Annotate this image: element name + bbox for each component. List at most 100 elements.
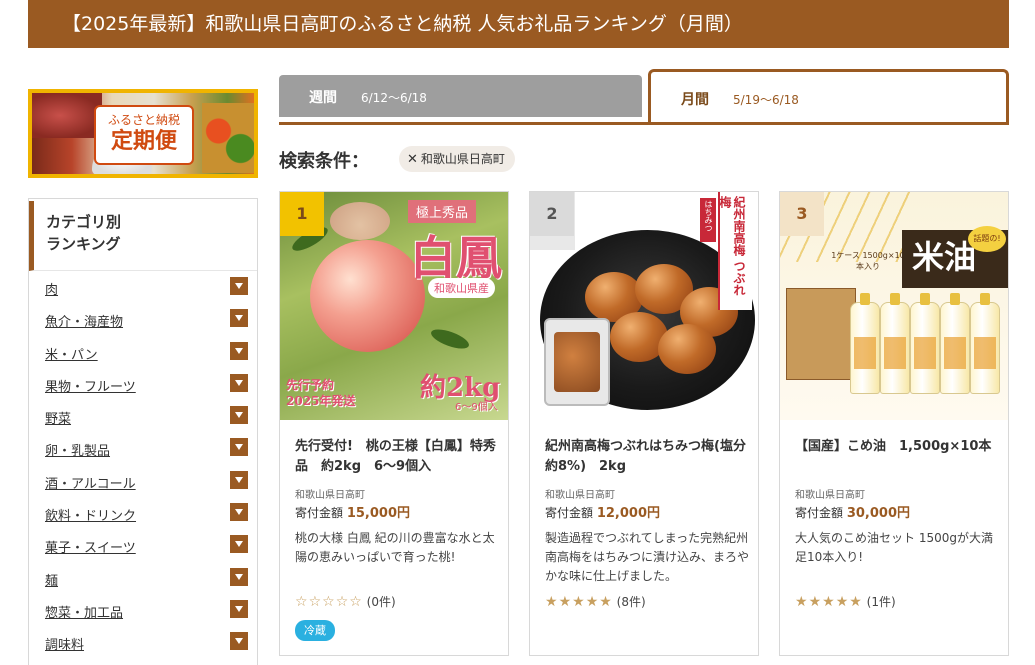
star-filled-icon: ★ — [572, 594, 585, 610]
star-filled-icon: ★ — [835, 594, 849, 610]
category-link[interactable]: 菓子・スイーツ — [45, 537, 136, 556]
tab-divider — [279, 122, 1009, 125]
product-price: 寄付金額 12,000円 — [545, 502, 660, 521]
chevron-down-icon[interactable] — [230, 341, 248, 360]
image-text: 紀州南高梅 つぶれ梅 — [718, 192, 752, 310]
category-list: 肉 魚介・海産物 米・パン 果物・フルーツ 野菜 卵・乳製品 酒・アルコール 飲… — [29, 271, 257, 659]
vegetable-image — [202, 103, 254, 173]
chevron-down-icon[interactable] — [230, 632, 248, 651]
star-filled-icon: ★ — [545, 594, 558, 610]
star-filled-icon: ★ — [808, 594, 822, 610]
product-description: 桃の大様 白鳳 紀の川の豊富な水と太陽の恵みいっぱいで育った桃! — [295, 531, 495, 564]
category-link[interactable]: 惣菜・加工品 — [45, 602, 123, 621]
category-item: 肉 — [29, 271, 257, 303]
review-count: (1件) — [866, 595, 896, 609]
banner-line2: 定期便 — [110, 129, 177, 154]
chevron-down-icon[interactable] — [230, 503, 248, 522]
plum-shape — [658, 324, 716, 374]
banner-line1: ふるさと納税 — [107, 113, 180, 127]
product-card[interactable]: 1ケース 1500g×10本入り 米油 話題の! 3 【国産】こめ油 1,500… — [779, 191, 1009, 656]
image-text: 話題の! — [968, 226, 1006, 252]
image-text: 6〜9個入 — [455, 402, 498, 413]
tab-weekly[interactable]: 週間 6/12〜6/18 — [279, 75, 642, 117]
rank-badge: 2 — [530, 192, 574, 236]
category-item: 魚介・海産物 — [29, 303, 257, 335]
tab-weekly-label: 週間 — [309, 90, 337, 106]
chevron-down-icon[interactable] — [230, 535, 248, 554]
search-condition-label: 検索条件： — [279, 151, 369, 172]
chevron-down-icon[interactable] — [230, 599, 248, 618]
product-title[interactable]: 紀州南高梅つぶれはちみつ梅(塩分約8%) 2kg — [545, 437, 750, 477]
chevron-down-icon[interactable] — [230, 373, 248, 392]
product-card[interactable]: 極上秀品 白鳳 和歌山県産 先行予約 2025年発送 約2kg 6〜9個入 1 … — [279, 191, 509, 656]
category-item: 惣菜・加工品 — [29, 594, 257, 626]
image-text: 1ケース 1500g×10本入り — [831, 251, 905, 271]
star-empty-icon: ☆ — [295, 594, 308, 610]
category-item: 酒・アルコール — [29, 465, 257, 497]
banner-label: ふるさと納税 定期便 — [94, 105, 194, 165]
category-link[interactable]: 果物・フルーツ — [45, 376, 136, 395]
review-count: (0件) — [366, 595, 396, 609]
price-value: 30,000円 — [846, 506, 911, 521]
product-rating: ☆☆☆☆☆ (0件) — [295, 593, 396, 610]
price-value: 15,000円 — [346, 506, 411, 521]
tab-monthly[interactable]: 月間 5/19〜6/18 — [648, 69, 1009, 125]
product-description: 製造過程でつぶれてしまった完熟紀州南高梅をはちみつに漬け込み、まろやかな味に仕上… — [545, 531, 750, 583]
category-link[interactable]: 酒・アルコール — [45, 473, 136, 492]
category-link[interactable]: 麺 — [45, 570, 58, 589]
product-town: 和歌山県日高町 — [295, 490, 365, 501]
filter-chip[interactable]: ✕ 和歌山県日高町 — [399, 146, 515, 172]
category-link[interactable]: 米・パン — [45, 344, 98, 363]
price-label: 寄付金額 — [795, 506, 844, 520]
chevron-down-icon[interactable] — [230, 406, 248, 425]
star-empty-icon: ☆ — [349, 594, 362, 610]
chevron-down-icon[interactable] — [230, 438, 248, 457]
sidebar-heading-line1: カテゴリ別 — [46, 213, 122, 231]
product-card[interactable]: 家庭用2kg 紀州南高梅 つぶれ梅 はちみつ 2 紀州南高梅つぶれはちみつ梅(塩… — [529, 191, 759, 656]
star-filled-icon: ★ — [599, 594, 612, 610]
subscription-banner[interactable]: ふるさと納税 定期便 — [28, 89, 258, 178]
sidebar-heading-line2: ランキング — [46, 235, 121, 253]
chevron-down-icon[interactable] — [230, 277, 248, 295]
review-count: (8件) — [616, 595, 646, 609]
category-link[interactable]: 魚介・海産物 — [45, 311, 123, 330]
category-link[interactable]: 野菜 — [45, 408, 71, 427]
star-filled-icon: ★ — [795, 594, 808, 610]
rank-badge: 1 — [280, 192, 324, 236]
category-link[interactable]: 肉 — [45, 279, 58, 298]
product-town: 和歌山県日高町 — [795, 490, 865, 501]
product-title[interactable]: 【国産】こめ油 1,500g×10本 — [795, 437, 1000, 457]
rank-badge: 3 — [780, 192, 824, 236]
product-rating: ★★★★★ (1件) — [795, 593, 896, 610]
bottle-shape — [850, 293, 880, 394]
close-icon[interactable]: ✕ — [407, 152, 418, 167]
category-item: 果物・フルーツ — [29, 368, 257, 400]
chevron-down-icon[interactable] — [230, 309, 248, 328]
category-link[interactable]: 調味料 — [45, 634, 84, 653]
star-filled-icon: ★ — [849, 594, 862, 610]
category-item: 米・パン — [29, 336, 257, 368]
peach-shape — [330, 202, 390, 240]
category-item: 菓子・スイーツ — [29, 529, 257, 561]
chevron-down-icon[interactable] — [230, 567, 248, 586]
category-item: 麺 — [29, 562, 257, 594]
tab-monthly-range: 5/19〜6/18 — [733, 93, 799, 107]
bottle-shape — [940, 293, 970, 394]
category-link[interactable]: 飲料・ドリンク — [45, 505, 136, 524]
image-text-line: 2025年発送 — [286, 394, 356, 408]
category-item: 調味料 — [29, 626, 257, 658]
product-rating: ★★★★★ (8件) — [545, 593, 646, 610]
tab-weekly-range: 6/12〜6/18 — [361, 91, 427, 105]
star-filled-icon: ★ — [585, 594, 599, 610]
category-item: 飲料・ドリンク — [29, 497, 257, 529]
rice-oil-box — [786, 288, 856, 380]
tab-monthly-label: 月間 — [681, 92, 709, 108]
product-title[interactable]: 先行受付! 桃の王様【白鳳】特秀品 約2kg 6〜9個入 — [295, 437, 500, 477]
image-text: はちみつ — [700, 198, 716, 242]
sidebar-heading: カテゴリ別 ランキング — [29, 201, 257, 271]
category-link[interactable]: 卵・乳製品 — [45, 440, 110, 459]
star-filled-icon: ★ — [558, 594, 572, 610]
price-label: 寄付金額 — [295, 506, 344, 520]
bottle-shape — [970, 293, 1000, 394]
chevron-down-icon[interactable] — [230, 470, 248, 489]
